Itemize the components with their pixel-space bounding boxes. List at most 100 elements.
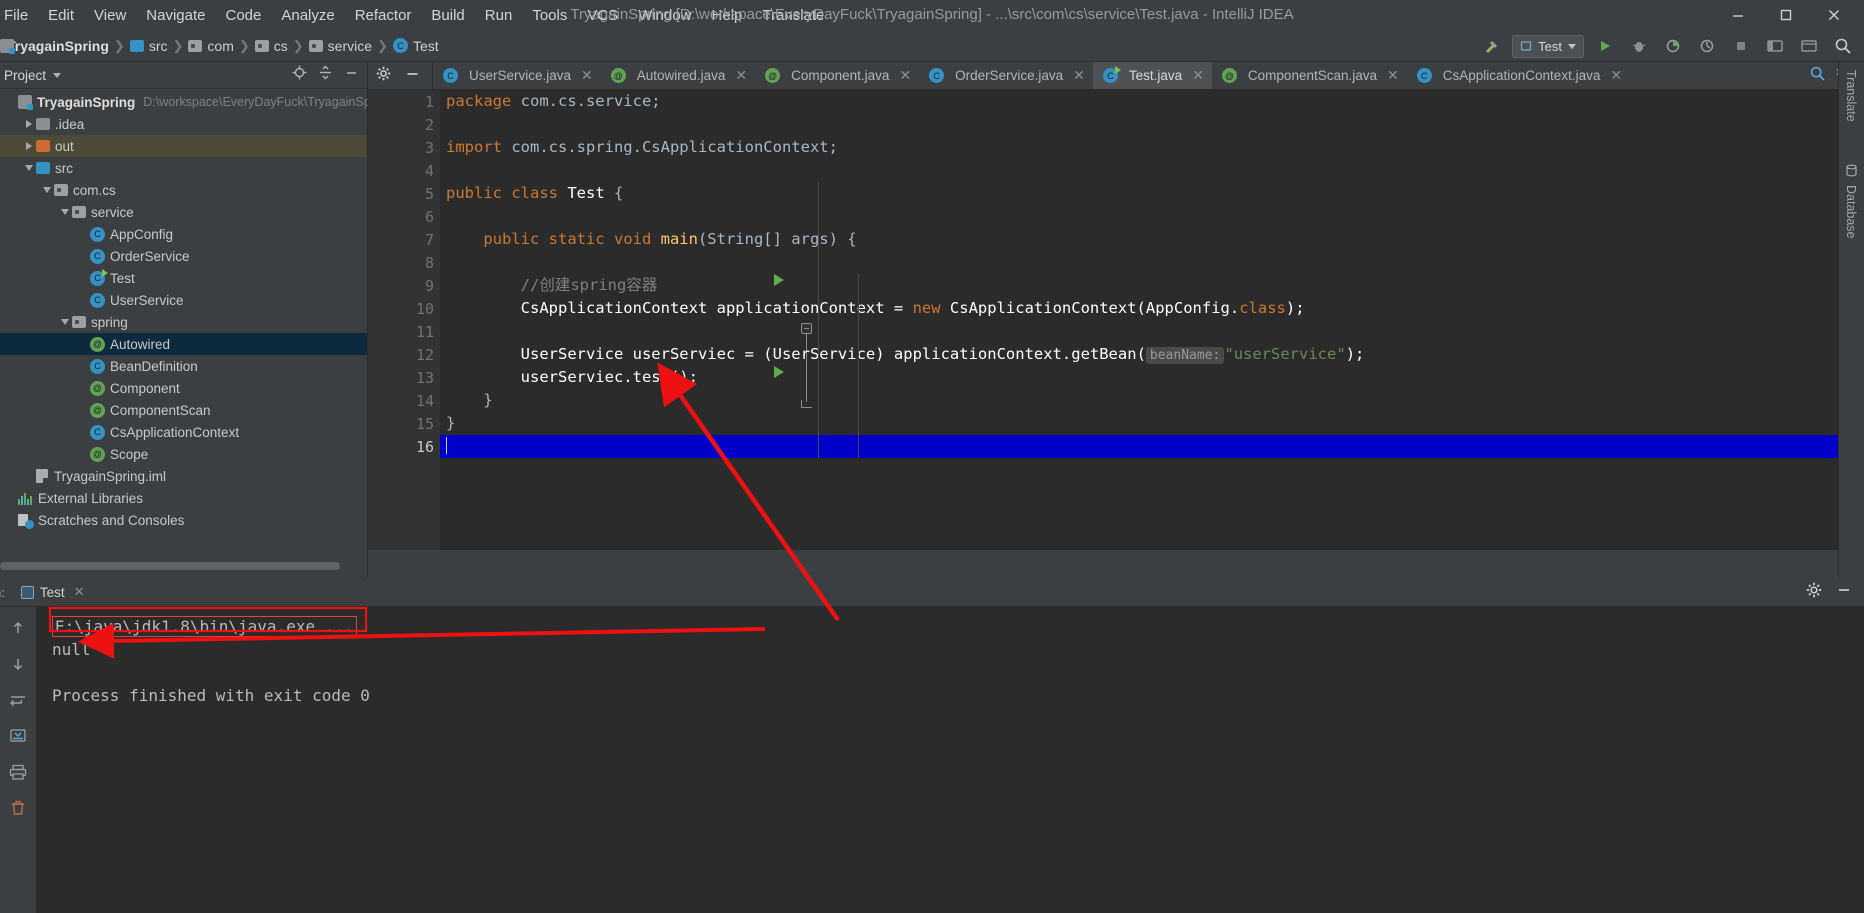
code-line-12[interactable]: UserService userServiec = (UserService) … <box>440 343 1864 366</box>
tree-node-spring[interactable]: spring <box>0 311 367 333</box>
scroll-to-end-icon[interactable] <box>7 725 29 747</box>
chevron-down-icon[interactable] <box>58 319 72 325</box>
code-line-5[interactable]: public class Test { <box>440 182 1864 205</box>
tree-node--idea[interactable]: .idea <box>0 113 367 135</box>
tree-node-appconfig[interactable]: C AppConfig <box>0 223 367 245</box>
gutter-line-number[interactable]: 2 <box>368 113 440 136</box>
menu-item-navigate[interactable]: Navigate <box>136 4 215 27</box>
tree-node-component[interactable]: @ Component <box>0 377 367 399</box>
tree-node-scratches-and-consoles[interactable]: Scratches and Consoles <box>0 509 367 531</box>
gutter-line-number[interactable]: 12 <box>368 343 440 366</box>
tree-node-componentscan[interactable]: @ ComponentScan <box>0 399 367 421</box>
gear-icon[interactable] <box>376 66 391 86</box>
gutter-line-number[interactable]: 1 <box>368 90 440 113</box>
preview-icon[interactable] <box>1796 34 1822 58</box>
code-line-13[interactable]: userServiec.test(); <box>440 366 1864 389</box>
maximize-button[interactable] <box>1762 0 1810 30</box>
code-line-2[interactable] <box>440 113 1864 136</box>
code-line-11[interactable] <box>440 320 1864 343</box>
gutter-line-number[interactable]: 7 <box>368 228 440 251</box>
gutter-line-number[interactable]: 8 <box>368 251 440 274</box>
code-line-4[interactable] <box>440 159 1864 182</box>
print-icon[interactable] <box>7 761 29 783</box>
tree-node-tryagainspring[interactable]: TryagainSpring D:\workspace\EveryDayFuck\… <box>0 91 378 113</box>
menu-item-analyze[interactable]: Analyze <box>271 4 344 27</box>
collapse-all-icon[interactable] <box>318 65 333 85</box>
menu-item-vcs[interactable]: VCS <box>577 4 628 27</box>
close-icon[interactable]: ✕ <box>581 67 593 84</box>
tree-node-service[interactable]: service <box>0 201 367 223</box>
gutter-line-number[interactable]: 13 <box>368 366 440 389</box>
menu-item-run[interactable]: Run <box>475 4 523 27</box>
tool-button-translate[interactable]: Translate <box>1839 62 1863 130</box>
menu-item-build[interactable]: Build <box>421 4 474 27</box>
code-editor[interactable]: 1 2 3 4 5 6 7 8 9 10 11 12 13 14 15 16 package com.cs.s… <box>368 90 1864 550</box>
close-icon[interactable]: ✕ <box>899 67 911 84</box>
chevron-down-icon[interactable] <box>58 209 72 215</box>
tree-node-scope[interactable]: @ Scope <box>0 443 367 465</box>
project-panel-title[interactable]: Project <box>4 68 46 83</box>
chevron-right-icon[interactable] <box>22 142 36 150</box>
breadcrumb-item-tryagainspring[interactable]: TryagainSpring <box>0 38 109 54</box>
tree-node-src[interactable]: src <box>0 157 367 179</box>
sidebar-horizontal-scrollbar[interactable] <box>0 562 350 570</box>
menu-item-translate[interactable]: Translate <box>752 4 834 27</box>
minimize-icon[interactable] <box>1836 582 1852 603</box>
tree-node-orderservice[interactable]: C OrderService <box>0 245 367 267</box>
chevron-right-icon[interactable] <box>22 120 36 128</box>
gear-icon[interactable] <box>1806 582 1822 603</box>
tree-node-csapplicationcontext[interactable]: C CsApplicationContext <box>0 421 367 443</box>
layout-icon[interactable] <box>1762 34 1788 58</box>
editor-tab-componentscan-java[interactable]: @ ComponentScan.java ✕ <box>1212 62 1407 89</box>
close-button[interactable] <box>1810 0 1858 30</box>
editor-tab-orderservice-java[interactable]: C OrderService.java ✕ <box>919 62 1093 89</box>
code-line-3[interactable]: import com.cs.spring.CsApplicationContex… <box>440 136 1864 159</box>
breadcrumb-item-service[interactable]: service <box>308 38 372 54</box>
editor-tab-test-java[interactable]: C Test.java ✕ <box>1092 62 1212 89</box>
editor-tab-csapplicationcontext-java[interactable]: C CsApplicationContext.java ✕ <box>1407 62 1630 89</box>
breadcrumb-item-com[interactable]: com <box>188 38 234 54</box>
chevron-down-icon[interactable] <box>40 187 54 193</box>
run-tab-test[interactable]: Test ✕ <box>15 584 91 600</box>
run-configuration-selector[interactable]: Test <box>1512 34 1584 58</box>
menu-item-tools[interactable]: Tools <box>522 4 577 27</box>
search-everywhere-icon[interactable] <box>1809 65 1826 87</box>
close-icon[interactable]: ✕ <box>1387 67 1399 84</box>
gutter-line-number[interactable]: 16 <box>368 435 440 458</box>
chevron-down-icon[interactable] <box>22 165 36 171</box>
code-content[interactable]: package com.cs.service; import com.cs.spr… <box>440 90 1864 550</box>
editor-tab-autowired-java[interactable]: @ Autowired.java ✕ <box>601 62 755 89</box>
hammer-icon[interactable] <box>1478 34 1504 58</box>
gutter-line-number[interactable]: 10 <box>368 297 440 320</box>
minimize-button[interactable] <box>1714 0 1762 30</box>
code-line-8[interactable] <box>440 251 1864 274</box>
minimize-icon[interactable] <box>344 65 359 85</box>
soft-wrap-icon[interactable] <box>7 689 29 711</box>
profile-icon[interactable] <box>1694 34 1720 58</box>
editor-gutter[interactable]: 1 2 3 4 5 6 7 8 9 10 11 12 13 14 15 16 <box>368 90 440 550</box>
trash-icon[interactable] <box>7 797 29 819</box>
close-icon[interactable]: ✕ <box>1073 67 1085 84</box>
coverage-icon[interactable] <box>1660 34 1686 58</box>
code-line-10[interactable]: CsApplicationContext applicationContext … <box>440 297 1864 320</box>
gutter-line-number[interactable]: 9 <box>368 274 440 297</box>
run-icon[interactable] <box>1592 34 1618 58</box>
gutter-line-number[interactable]: 6 <box>368 205 440 228</box>
console-output[interactable]: E:\java\jdk1.8\bin\java.exe ... null Proce… <box>36 607 1864 913</box>
close-icon[interactable]: ✕ <box>1192 67 1204 84</box>
close-icon[interactable]: ✕ <box>1610 67 1622 84</box>
menu-item-file[interactable]: File <box>0 4 38 27</box>
gutter-line-number[interactable]: 4 <box>368 159 440 182</box>
hide-panel-icon[interactable] <box>405 66 420 86</box>
gutter-line-number[interactable]: 3 <box>368 136 440 159</box>
search-icon[interactable] <box>1830 34 1856 58</box>
tree-node-com-cs[interactable]: com.cs <box>0 179 367 201</box>
tree-node-userservice[interactable]: C UserService <box>0 289 367 311</box>
arrow-up-icon[interactable] <box>7 617 29 639</box>
editor-tab-component-java[interactable]: @ Component.java ✕ <box>755 62 919 89</box>
gutter-line-number[interactable]: 5 <box>368 182 440 205</box>
tree-node-out[interactable]: out <box>0 135 367 157</box>
code-line-15[interactable]: } <box>440 412 1864 435</box>
code-line-1[interactable]: package com.cs.service; <box>440 90 1864 113</box>
menu-item-window[interactable]: Window <box>628 4 701 27</box>
